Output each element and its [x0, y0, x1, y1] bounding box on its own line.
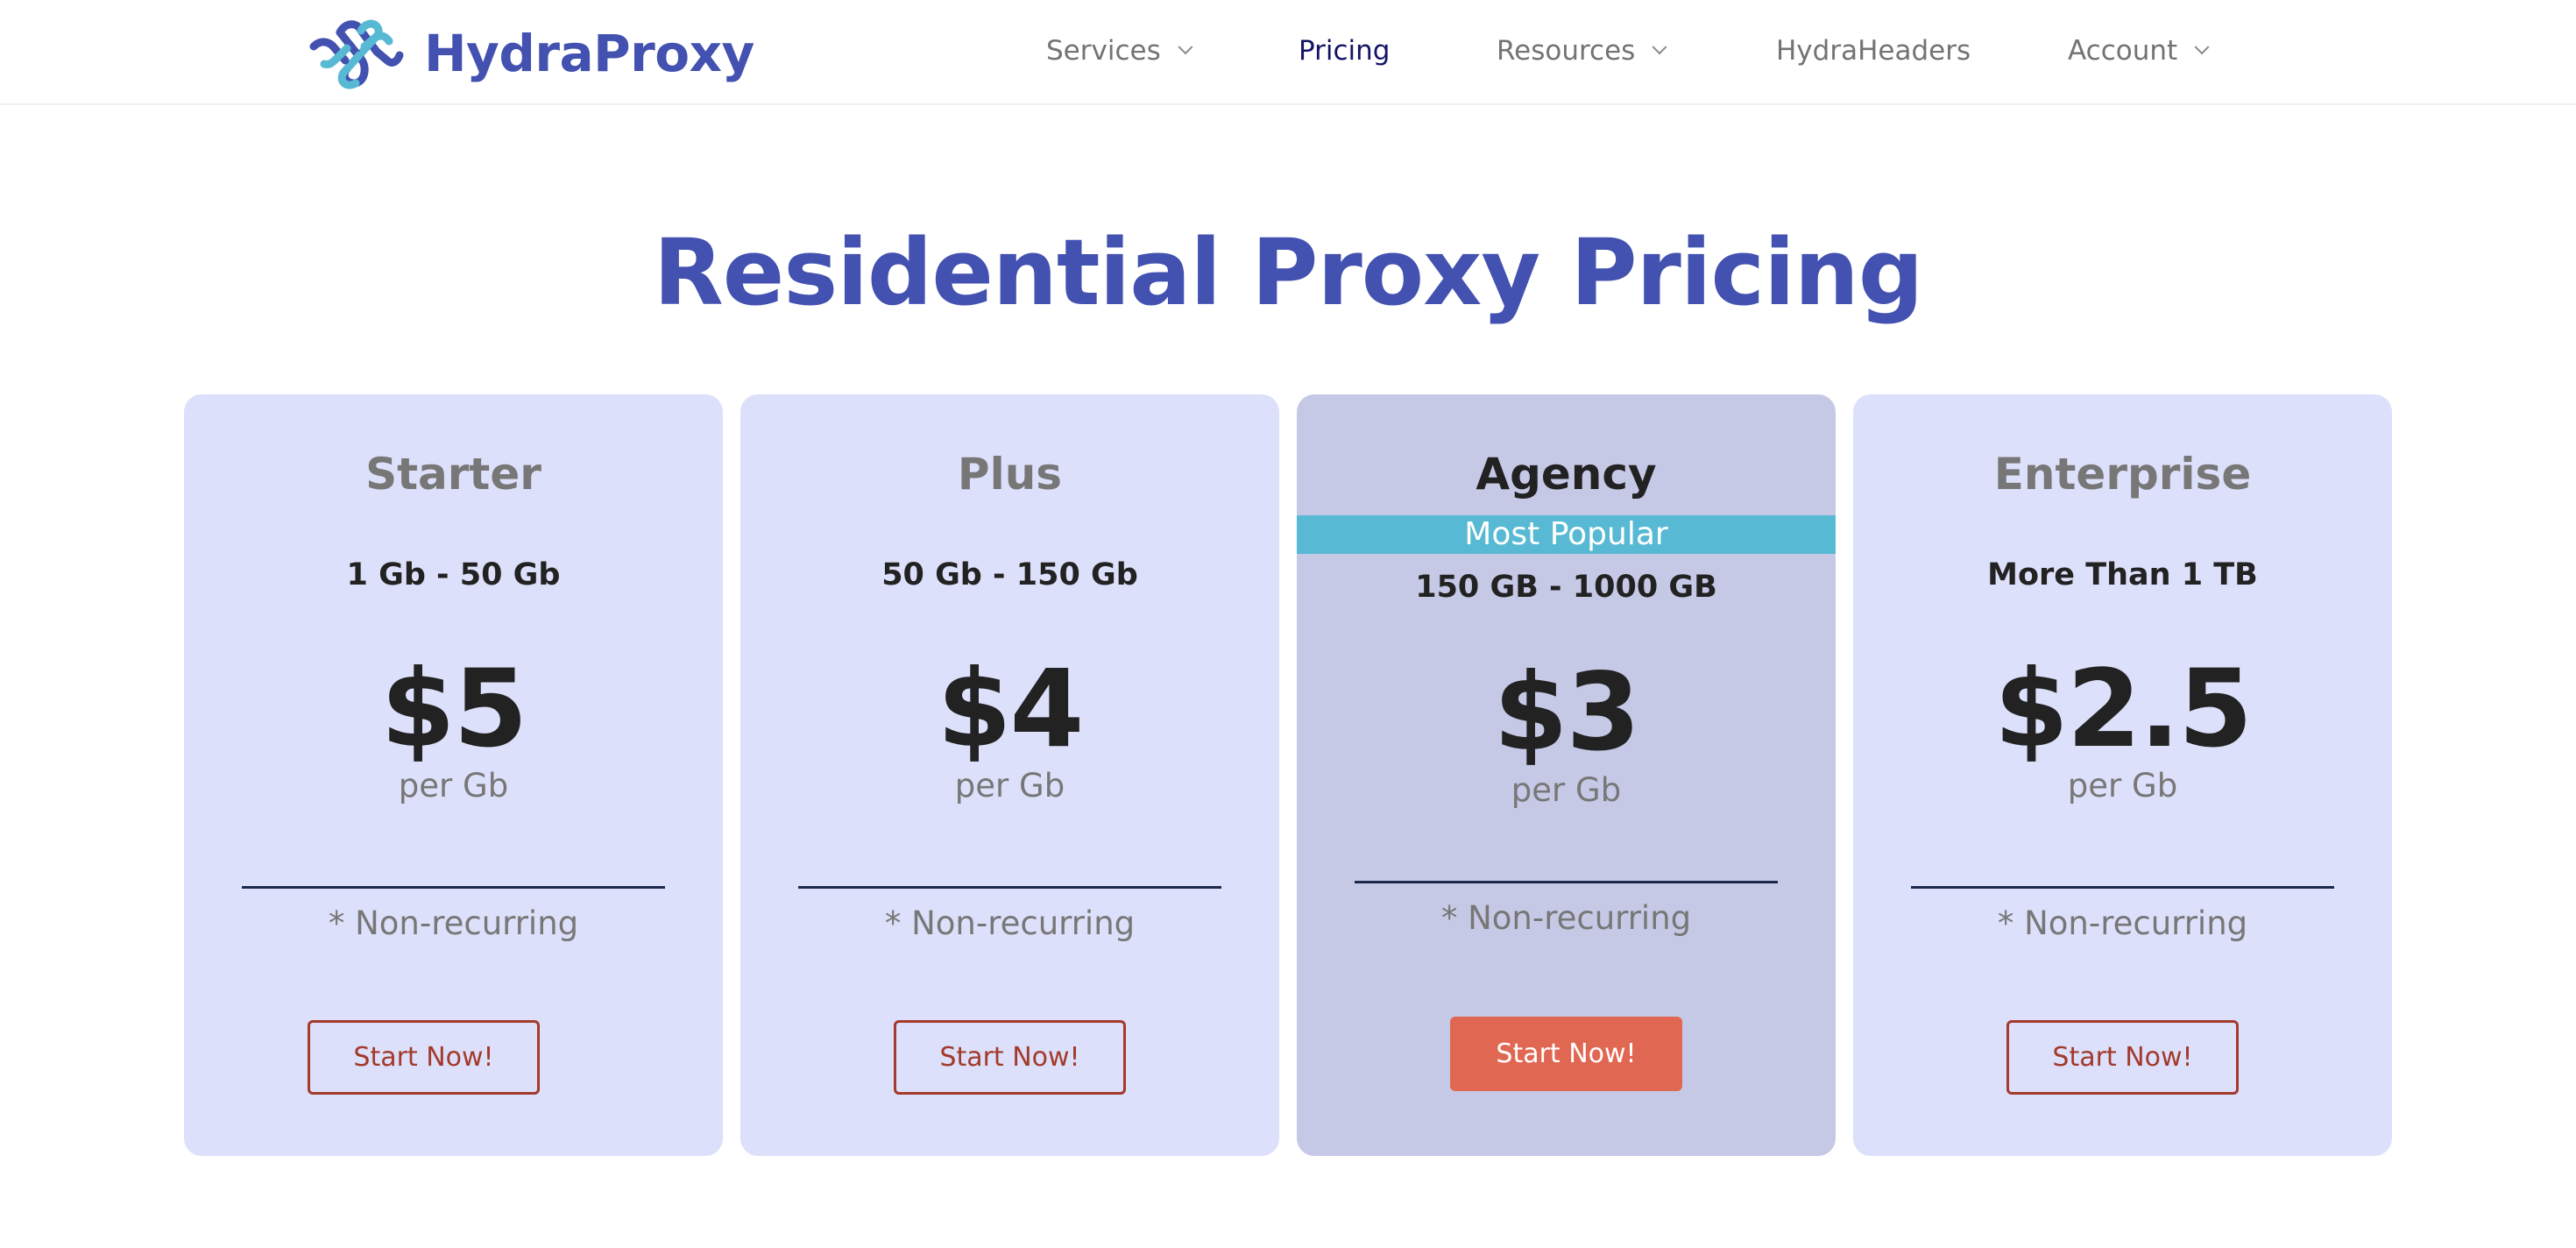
plan-range: 1 Gb - 50 Gb: [346, 557, 561, 592]
nav-hydraheaders-label: HydraHeaders: [1776, 35, 1971, 67]
plan-name: Enterprise: [1993, 449, 2252, 500]
divider: [1355, 881, 1778, 883]
nav-pricing-label: Pricing: [1299, 35, 1391, 67]
plan-card-agency: Agency Most Popular 150 GB - 1000 GB $3 …: [1297, 394, 1836, 1156]
start-now-button[interactable]: Start Now!: [2006, 1020, 2239, 1095]
plan-unit: per Gb: [1511, 771, 1622, 809]
most-popular-badge: Most Popular: [1297, 515, 1836, 554]
plan-range: 50 Gb - 150 Gb: [881, 557, 1138, 592]
plan-range: 150 GB - 1000 GB: [1415, 570, 1717, 605]
nav-hydraheaders[interactable]: HydraHeaders: [1776, 32, 1971, 70]
chevron-down-icon: [2194, 39, 2210, 55]
plan-name: Starter: [365, 449, 541, 500]
plan-price: $3: [1493, 650, 1641, 775]
divider: [798, 886, 1221, 889]
plan-note: * Non-recurring: [1997, 904, 2248, 942]
plan-name: Agency: [1476, 449, 1657, 500]
page-title: Residential Proxy Pricing: [653, 219, 1924, 326]
plan-price: $2.5: [1993, 647, 2253, 771]
divider: [242, 886, 665, 889]
brand-name: HydraProxy: [424, 24, 754, 83]
nav-resources-label: Resources: [1497, 35, 1636, 67]
nav-account-label: Account: [2068, 35, 2178, 67]
nav-account[interactable]: Account: [2068, 32, 2210, 70]
plan-price: $4: [937, 647, 1085, 771]
brand-logo-link[interactable]: HydraProxy: [307, 16, 754, 91]
plan-note: * Non-recurring: [1440, 899, 1692, 937]
plan-unit: per Gb: [2067, 767, 2178, 805]
plan-price: $5: [380, 647, 528, 771]
nav-services[interactable]: Services: [1046, 32, 1193, 70]
site-header: HydraProxy Services Pricing Resources Hy…: [0, 0, 2576, 105]
start-now-button[interactable]: Start Now!: [1450, 1017, 1682, 1091]
chevron-down-icon: [1178, 39, 1193, 55]
plan-card-enterprise: Enterprise More Than 1 TB $2.5 per Gb * …: [1853, 394, 2392, 1156]
start-now-button[interactable]: Start Now!: [308, 1020, 540, 1095]
chevron-down-icon: [1652, 39, 1667, 55]
nav-resources[interactable]: Resources: [1497, 32, 1667, 70]
nav-pricing[interactable]: Pricing: [1299, 32, 1391, 70]
plan-card-plus: Plus 50 Gb - 150 Gb $4 per Gb * Non-recu…: [740, 394, 1279, 1156]
start-now-button[interactable]: Start Now!: [894, 1020, 1126, 1095]
hydra-knot-icon: [309, 19, 404, 89]
plan-range: More Than 1 TB: [1987, 557, 2258, 592]
nav-services-label: Services: [1046, 35, 1161, 67]
plan-unit: per Gb: [398, 767, 509, 805]
divider: [1911, 886, 2334, 889]
plan-note: * Non-recurring: [328, 904, 579, 942]
plan-unit: per Gb: [954, 767, 1065, 805]
plan-name: Plus: [957, 449, 1063, 500]
plan-note: * Non-recurring: [884, 904, 1136, 942]
plan-card-starter: Starter 1 Gb - 50 Gb $5 per Gb * Non-rec…: [184, 394, 723, 1156]
